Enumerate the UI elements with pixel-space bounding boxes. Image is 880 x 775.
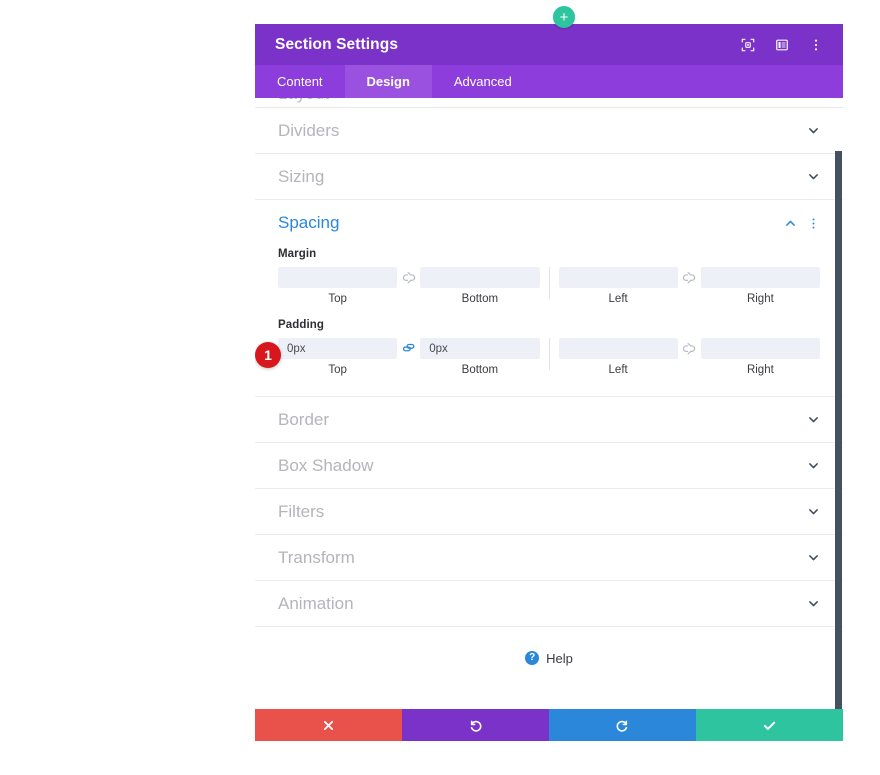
help-link[interactable]: ? Help <box>255 627 843 689</box>
margin-bottom-input[interactable] <box>420 267 540 288</box>
step-badge-1: 1 <box>255 342 281 368</box>
field-group-padding: 1 Padding Top <box>255 319 843 376</box>
field-label-padding: Padding <box>278 319 325 331</box>
padding-right-cell: Right <box>700 338 820 376</box>
screen-root: + Section Settings Content Design Advanc… <box>0 0 880 775</box>
close-x-icon <box>323 720 334 730</box>
section-label: Sizing <box>278 166 325 186</box>
kebab-menu-icon[interactable] <box>803 33 829 57</box>
margin-top-cell: Top <box>278 267 398 305</box>
section-label: Dividers <box>278 120 340 140</box>
padding-bottom-caption: Bottom <box>461 364 499 376</box>
kebab-menu-icon[interactable] <box>806 216 820 230</box>
margin-left-cell: Left <box>558 267 678 305</box>
modal-header: Section Settings <box>255 24 843 65</box>
chevron-down-icon <box>806 170 820 184</box>
focus-target-icon[interactable] <box>735 33 761 57</box>
margin-bottom-cell: Bottom <box>420 267 540 305</box>
scrollbar-track <box>835 98 843 709</box>
field-divider <box>548 338 550 370</box>
link-connected-icon[interactable] <box>398 338 419 359</box>
section-row-spacing[interactable]: Spacing <box>255 200 843 246</box>
link-broken-icon[interactable] <box>398 267 419 288</box>
padding-left-cell: Left <box>558 338 678 376</box>
padding-right-input[interactable] <box>700 338 820 359</box>
undo-icon <box>470 720 482 732</box>
section-label: Animation <box>278 593 354 613</box>
section-row-sizing[interactable]: Sizing <box>255 154 843 200</box>
modal-action-bar <box>255 709 843 741</box>
tab-design[interactable]: Design <box>344 65 432 98</box>
padding-bottom-cell: Bottom <box>420 338 540 376</box>
link-broken-icon[interactable] <box>679 338 700 359</box>
section-row-transform[interactable]: Transform <box>255 535 843 581</box>
padding-bottom-input[interactable] <box>420 338 540 359</box>
tab-advanced[interactable]: Advanced <box>432 65 534 98</box>
chevron-down-icon <box>806 124 820 138</box>
section-label: Transform <box>278 547 355 567</box>
redo-icon <box>616 720 628 732</box>
section-row-filters[interactable]: Filters <box>255 489 843 535</box>
margin-bottom-caption: Bottom <box>461 293 499 305</box>
scrollbar-thumb[interactable] <box>835 151 842 709</box>
margin-top-input[interactable] <box>278 267 398 288</box>
cancel-button[interactable] <box>255 709 402 741</box>
section-label: Spacing <box>278 213 340 232</box>
settings-tabs: Content Design Advanced <box>255 65 843 98</box>
field-label-margin: Margin <box>278 248 317 260</box>
padding-top-cell: Top <box>278 338 398 376</box>
chevron-down-icon <box>806 413 820 427</box>
header-icon-group <box>735 33 829 57</box>
section-row-box-shadow[interactable]: Box Shadow <box>255 443 843 489</box>
margin-top-caption: Top <box>328 293 347 305</box>
field-group-margin: Margin Top Bottom Left Right <box>255 248 843 305</box>
margin-left-input[interactable] <box>558 267 678 288</box>
section-row-border[interactable]: Border <box>255 397 843 443</box>
field-divider <box>548 267 550 299</box>
padding-left-input[interactable] <box>558 338 678 359</box>
margin-right-cell: Right <box>700 267 820 305</box>
padding-left-caption: Left <box>608 364 628 376</box>
section-row-dividers[interactable]: Dividers <box>255 108 843 154</box>
checkmark-icon <box>763 721 776 730</box>
page-title: Section Settings <box>275 35 399 53</box>
section-label: Border <box>278 409 330 429</box>
chevron-down-icon <box>806 459 820 473</box>
undo-button[interactable] <box>402 709 549 741</box>
layout-panel-icon[interactable] <box>769 33 795 57</box>
redo-button[interactable] <box>549 709 696 741</box>
plus-icon: + <box>559 8 569 26</box>
section-label: Filters <box>278 501 325 521</box>
padding-right-caption: Right <box>746 364 774 376</box>
section-label: Box Shadow <box>278 455 374 475</box>
section-spacing: Spacing Margin Top Bottom Left Right 1 P… <box>255 200 843 397</box>
chevron-down-icon <box>806 551 820 565</box>
section-row-layout-clipped[interactable]: Layout <box>255 98 843 108</box>
tab-content[interactable]: Content <box>255 65 345 98</box>
question-circle-icon: ? <box>525 651 540 665</box>
help-label: Help <box>546 650 573 666</box>
link-broken-icon[interactable] <box>679 267 700 288</box>
section-row-animation[interactable]: Animation <box>255 581 843 627</box>
add-section-button[interactable]: + <box>553 6 575 28</box>
margin-right-input[interactable] <box>700 267 820 288</box>
margin-right-caption: Right <box>746 293 774 305</box>
chevron-down-icon <box>806 597 820 611</box>
padding-top-input[interactable] <box>278 338 398 359</box>
section-label: Layout <box>278 98 329 104</box>
chevron-down-icon <box>806 505 820 519</box>
margin-left-caption: Left <box>608 293 628 305</box>
padding-top-caption: Top <box>328 364 347 376</box>
save-button[interactable] <box>696 709 843 741</box>
settings-scroll-area[interactable]: Layout Dividers Sizing <box>255 98 843 709</box>
chevron-up-icon[interactable] <box>783 216 797 230</box>
section-settings-modal: Section Settings Content Design Advanced… <box>255 24 843 741</box>
